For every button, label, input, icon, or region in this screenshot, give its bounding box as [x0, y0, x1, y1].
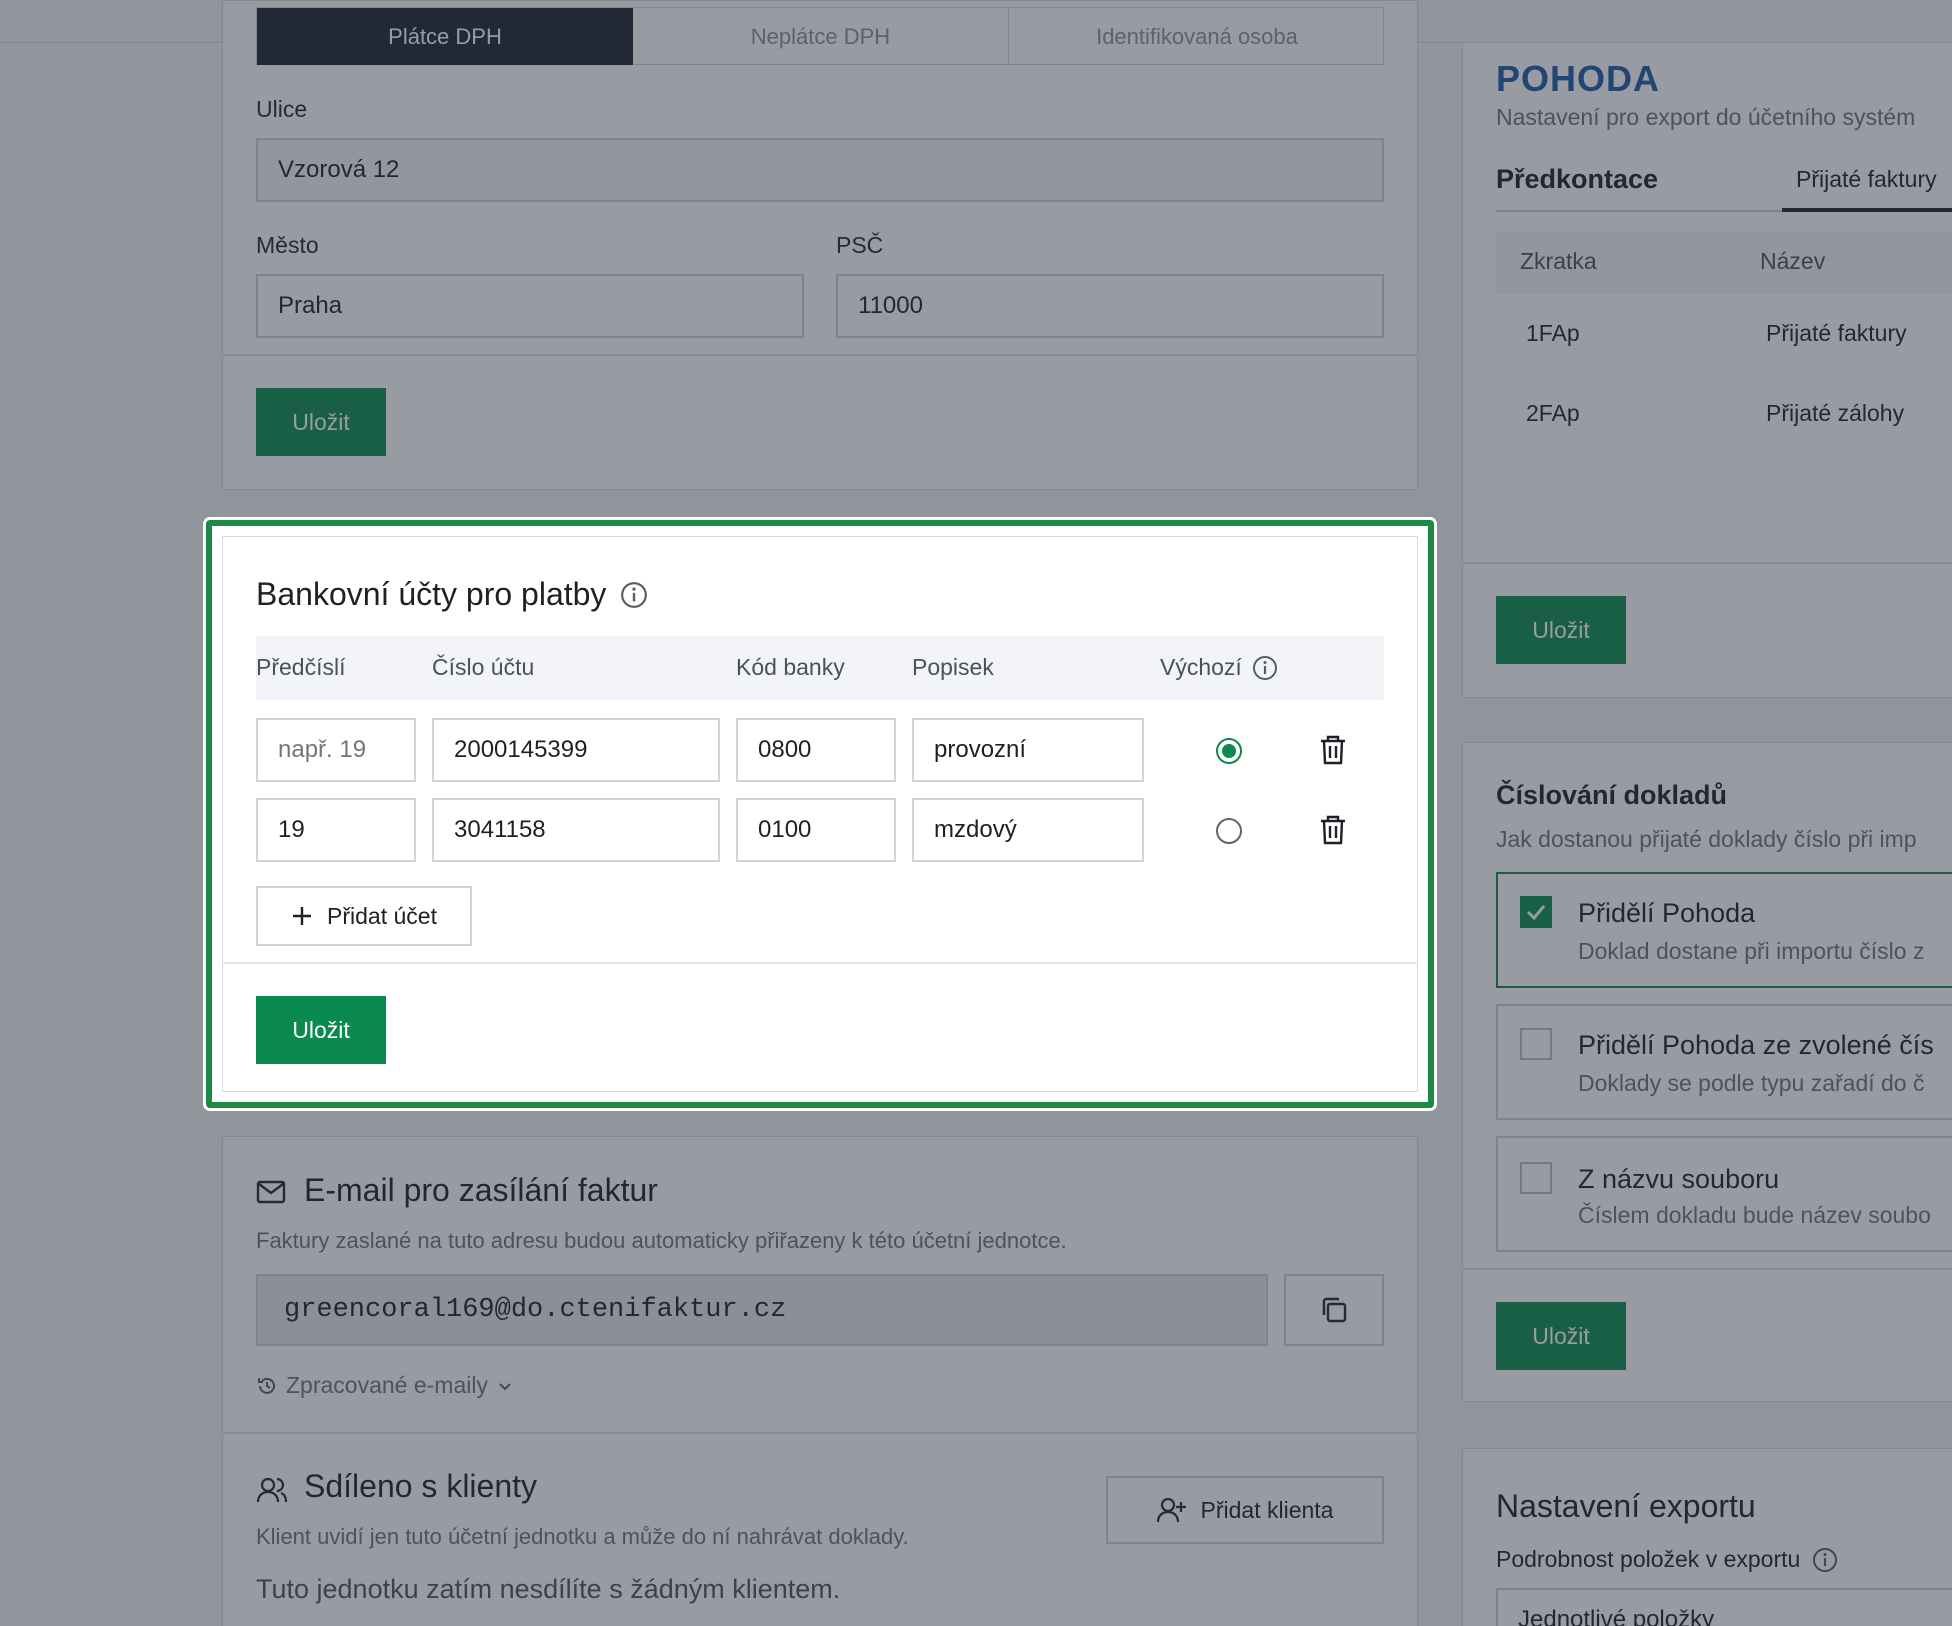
pohoda-logo: POHODA: [1496, 58, 1661, 99]
bank-title-wrap: Bankovní účty pro platby: [256, 576, 648, 613]
tab-identified-person-label: Identifikovaná osoba: [1096, 24, 1298, 49]
tab-identified-person[interactable]: Identifikovaná osoba: [1009, 8, 1385, 65]
pohoda-row-1-code: 1FAp: [1526, 320, 1580, 346]
shared-title: Sdíleno s klienty: [304, 1468, 538, 1504]
export-detail-label: Podrobnost položek v exportu: [1496, 1546, 1801, 1572]
row-2-label-input[interactable]: mzdový: [912, 798, 1144, 862]
shared-empty-text: Tuto jednotku zatím nesdílíte s žádným k…: [256, 1574, 841, 1604]
pohoda-row-2-code: 2FAp: [1526, 400, 1580, 426]
info-icon: [1812, 1547, 1838, 1573]
export-detail-label-wrap: Podrobnost položek v exportu: [1496, 1546, 1838, 1573]
row-2-prefix-input[interactable]: 19: [256, 798, 416, 862]
tab-vat-payer[interactable]: Plátce DPH: [257, 8, 633, 65]
numbering-divider: [1462, 1268, 1952, 1270]
vat-tabs: Plátce DPH Neplátce DPH Identifikovaná o…: [256, 7, 1384, 65]
plus-icon: [291, 905, 313, 927]
city-input[interactable]: Praha: [256, 274, 804, 338]
row-1-account-number-input[interactable]: 2000145399: [432, 718, 720, 782]
pohoda-divider: [1462, 562, 1952, 564]
chevron-down-icon: [496, 1377, 514, 1395]
info-icon[interactable]: [1252, 655, 1278, 681]
row-1-bank-code-input[interactable]: 0800: [736, 718, 896, 782]
email-description: Faktury zaslané na tuto adresu budou aut…: [256, 1228, 1067, 1253]
numbering-option-1[interactable]: [1496, 872, 1952, 988]
processed-emails-label: Zpracované e-maily: [286, 1372, 488, 1398]
bank-accounts-card: Bankovní účty pro platby Předčíslí Číslo…: [206, 520, 1434, 1108]
numbering-save-button[interactable]: Uložit: [1496, 1302, 1626, 1370]
tab-vat-payer-label: Plátce DPH: [388, 24, 502, 49]
tab-non-vat-payer-label: Neplátce DPH: [750, 24, 891, 49]
numbering-option-1-title: Přidělí Pohoda: [1578, 898, 1756, 928]
zip-label: PSČ: [836, 232, 884, 258]
tab-received-invoices[interactable]: Přijaté faktury: [1796, 166, 1937, 193]
trash-icon: [1318, 814, 1348, 846]
add-client-label: Přidat klienta: [1200, 1496, 1334, 1523]
users-icon: [256, 1476, 288, 1504]
col-default: Výchozí: [1160, 654, 1242, 680]
email-title: E-mail pro zasílání faktur: [304, 1172, 658, 1208]
add-client-button[interactable]: Přidat klienta: [1106, 1476, 1384, 1544]
row-2-account-number-input[interactable]: 3041158: [432, 798, 720, 862]
numbering-option-2-desc: Doklady se podle typu zařadí do č: [1578, 1070, 1925, 1096]
tab-non-vat-payer[interactable]: Neplátce DPH: [633, 8, 1009, 65]
bank-card-divider: [222, 962, 1418, 964]
add-user-icon: [1156, 1496, 1187, 1524]
email-divider: [222, 1432, 1418, 1434]
pohoda-row-2-name: Přijaté zálohy: [1766, 400, 1905, 426]
copy-icon: [1319, 1295, 1349, 1325]
row-1-default-radio[interactable]: [1216, 738, 1242, 764]
row-1-delete-button[interactable]: [1318, 734, 1348, 766]
history-icon: [256, 1375, 278, 1397]
numbering-subtitle: Jak dostanou přijaté doklady číslo při i…: [1496, 826, 1917, 852]
pohoda-tab-active-underline: [1782, 208, 1952, 212]
numbering-option-1-desc: Doklad dostane při importu číslo z: [1578, 938, 1925, 964]
tab-predkontace[interactable]: Předkontace: [1496, 164, 1658, 195]
row-2-delete-button[interactable]: [1318, 814, 1348, 846]
col-default-wrap: Výchozí: [1160, 654, 1278, 681]
mail-icon: [256, 1180, 286, 1204]
numbering-option-2[interactable]: [1496, 1004, 1952, 1120]
row-1-prefix-input[interactable]: [256, 718, 416, 782]
numbering-option-2-checkbox[interactable]: [1520, 1028, 1552, 1060]
numbering-title: Číslování dokladů: [1496, 780, 1728, 810]
pohoda-col-name: Název: [1760, 248, 1826, 274]
add-account-label: Přidat účet: [327, 902, 437, 929]
copy-email-button[interactable]: [1284, 1274, 1384, 1346]
numbering-option-2-title: Přidělí Pohoda ze zvolené čís: [1578, 1030, 1934, 1060]
numbering-option-3-desc: Číslem dokladu bude název soubo: [1578, 1202, 1931, 1228]
col-label: Popisek: [912, 654, 994, 680]
col-prefix: Předčíslí: [256, 654, 346, 680]
add-account-button[interactable]: Přidat účet: [256, 886, 472, 946]
address-card: [222, 0, 1418, 490]
pohoda-subtitle: Nastavení pro export do účetního systém: [1496, 104, 1916, 130]
bank-save-button[interactable]: Uložit: [256, 996, 386, 1064]
address-divider: [222, 354, 1418, 356]
numbering-option-3-checkbox[interactable]: [1520, 1162, 1552, 1194]
info-icon[interactable]: [620, 581, 648, 609]
bank-title: Bankovní účty pro platby: [256, 576, 607, 612]
export-title: Nastavení exportu: [1496, 1488, 1756, 1524]
col-account-number: Číslo účtu: [432, 654, 535, 680]
zip-input[interactable]: 11000: [836, 274, 1384, 338]
pohoda-row-1-name: Přijaté faktury: [1766, 320, 1907, 346]
row-2-default-radio[interactable]: [1216, 818, 1242, 844]
city-label: Město: [256, 232, 319, 258]
export-detail-select[interactable]: Jednotlivé položky: [1496, 1588, 1952, 1626]
row-1-label-input[interactable]: provozní: [912, 718, 1144, 782]
col-bank-code: Kód banky: [736, 654, 845, 680]
email-address-field[interactable]: greencoral169@do.ctenifaktur.cz: [256, 1274, 1268, 1346]
address-save-button[interactable]: Uložit: [256, 388, 386, 456]
shared-description: Klient uvidí jen tuto účetní jednotku a …: [256, 1524, 909, 1549]
processed-emails-toggle[interactable]: Zpracované e-maily: [256, 1372, 514, 1399]
numbering-option-1-checkbox[interactable]: [1520, 896, 1552, 928]
row-2-bank-code-input[interactable]: 0100: [736, 798, 896, 862]
street-label: Ulice: [256, 96, 308, 122]
numbering-option-3-title: Z názvu souboru: [1578, 1164, 1780, 1194]
pohoda-save-button[interactable]: Uložit: [1496, 596, 1626, 664]
pohoda-col-code: Zkratka: [1520, 248, 1597, 274]
street-input[interactable]: Vzorová 12: [256, 138, 1384, 202]
trash-icon: [1318, 734, 1348, 766]
